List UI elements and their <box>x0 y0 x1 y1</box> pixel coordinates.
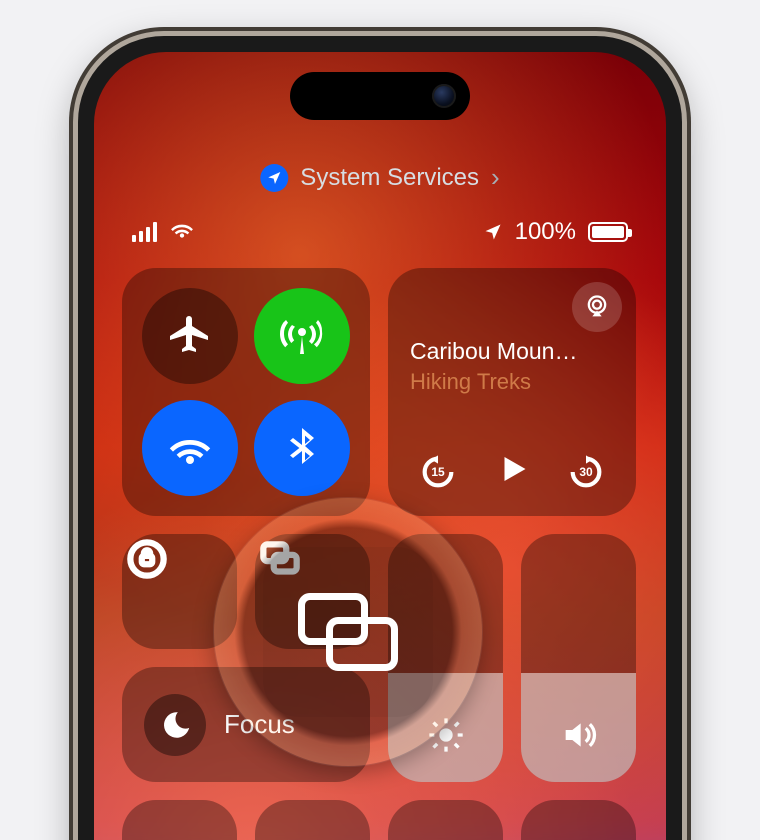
media-subtitle: Hiking Treks <box>410 369 614 395</box>
wifi-icon <box>166 424 214 472</box>
highlight-callout <box>214 498 482 766</box>
tile-placeholder-4[interactable] <box>521 800 636 840</box>
chevron-right-icon: › <box>491 162 500 193</box>
wifi-toggle[interactable] <box>142 400 238 496</box>
skip-back-seconds: 15 <box>418 452 458 492</box>
volume-icon <box>559 715 599 760</box>
screen-mirroring-highlight[interactable] <box>263 547 433 717</box>
skip-forward-seconds: 30 <box>566 452 606 492</box>
location-arrow-icon <box>260 164 288 192</box>
bluetooth-icon <box>278 424 326 472</box>
airplane-icon <box>166 312 214 360</box>
cellular-data-toggle[interactable] <box>254 288 350 384</box>
front-camera <box>432 84 456 108</box>
bluetooth-toggle[interactable] <box>254 400 350 496</box>
connectivity-panel[interactable] <box>122 268 370 516</box>
moon-icon <box>144 694 206 756</box>
airplane-mode-toggle[interactable] <box>142 288 238 384</box>
control-center-screen: System Services › 100% <box>94 52 666 840</box>
screen-mirroring-icon <box>298 593 398 671</box>
airplay-button[interactable] <box>572 282 622 332</box>
volume-slider[interactable] <box>521 534 636 782</box>
top-attribution-label: System Services <box>300 164 479 192</box>
rotation-lock-icon <box>122 534 172 584</box>
battery-percent: 100% <box>515 218 576 246</box>
cell-signal-icon <box>132 222 157 242</box>
skip-forward-button[interactable]: 30 <box>566 452 606 492</box>
top-attribution-link[interactable]: System Services › <box>260 162 499 193</box>
status-bar: 100% <box>94 216 666 247</box>
device-frame: System Services › 100% <box>78 36 682 840</box>
wifi-status-icon <box>169 216 195 247</box>
skip-back-button[interactable]: 15 <box>418 452 458 492</box>
now-playing-panel[interactable]: Caribou Moun… Hiking Treks 15 <box>388 268 636 516</box>
airplay-icon <box>583 293 611 321</box>
dynamic-island <box>290 72 470 120</box>
location-status-icon <box>483 222 503 242</box>
battery-icon <box>588 222 628 242</box>
tile-placeholder-2[interactable] <box>255 800 370 840</box>
play-icon <box>494 451 530 487</box>
play-button[interactable] <box>494 451 530 492</box>
cell-antenna-icon <box>278 312 326 360</box>
tile-placeholder-3[interactable] <box>388 800 503 840</box>
tile-placeholder-1[interactable] <box>122 800 237 840</box>
media-title: Caribou Moun… <box>410 338 614 365</box>
